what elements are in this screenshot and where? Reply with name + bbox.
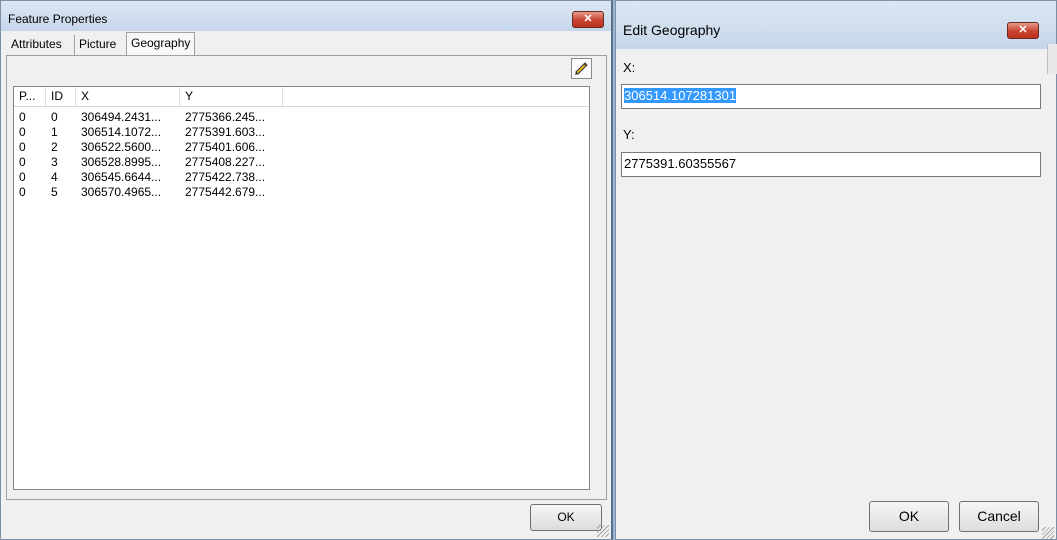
cell-x: 306528.8995... <box>81 155 162 169</box>
cell-part: 0 <box>19 140 26 154</box>
column-header-part[interactable]: P... <box>14 87 46 106</box>
cell-id: 2 <box>51 140 58 154</box>
table-row[interactable]: 0 1 306514.1072... 2775391.603... <box>14 125 314 140</box>
close-icon: ✕ <box>583 13 593 25</box>
cell-y: 2775422.738... <box>185 170 266 184</box>
table-row[interactable]: 0 0 306494.2431... 2775366.245... <box>14 110 314 125</box>
cell-y: 2775391.603... <box>185 125 266 139</box>
cell-y: 2775401.606... <box>185 140 266 154</box>
table-row[interactable]: 0 4 306545.6644... 2775422.738... <box>14 170 314 185</box>
edit-button[interactable] <box>571 58 592 79</box>
cell-id: 3 <box>51 155 58 169</box>
table-row[interactable]: 0 2 306522.5600... 2775401.606... <box>14 140 314 155</box>
x-input[interactable]: 306514.107281301 <box>621 84 1041 109</box>
title-bar[interactable]: Feature Properties ✕ <box>1 1 611 31</box>
column-header-x[interactable]: X <box>76 87 180 106</box>
x-label: X: <box>623 60 636 75</box>
ok-button[interactable]: OK <box>869 501 949 532</box>
cell-id: 5 <box>51 185 58 199</box>
close-button[interactable]: ✕ <box>1007 22 1039 39</box>
geography-tab-panel: P... ID X Y 0 0 306494.2431... 2775366.2… <box>6 55 607 500</box>
cell-part: 0 <box>19 155 26 169</box>
cell-y: 2775442.679... <box>185 185 266 199</box>
edit-geography-dialog: Edit Geography ✕ X: 306514.107281301 Y: … <box>615 0 1057 540</box>
cell-part: 0 <box>19 125 26 139</box>
feature-properties-window: Feature Properties ✕ Attributes Picture … <box>0 0 613 540</box>
tab-attributes[interactable]: Attributes <box>7 35 66 55</box>
list-header: P... ID X Y <box>14 87 589 107</box>
resize-grip-icon[interactable] <box>1042 527 1054 539</box>
close-icon: ✕ <box>1018 24 1028 36</box>
dialog-title: Edit Geography <box>623 22 721 38</box>
cell-id: 1 <box>51 125 58 139</box>
cell-part: 0 <box>19 185 26 199</box>
cell-y: 2775408.227... <box>185 155 266 169</box>
cell-id: 0 <box>51 110 58 124</box>
tab-picture[interactable]: Picture <box>74 35 120 55</box>
cell-x: 306570.4965... <box>81 185 162 199</box>
cell-part: 0 <box>19 170 26 184</box>
cell-x: 306522.5600... <box>81 140 162 154</box>
column-header-id[interactable]: ID <box>46 87 76 106</box>
y-input[interactable]: 2775391.60355567 <box>621 152 1041 177</box>
column-header-y[interactable]: Y <box>180 87 283 106</box>
coordinate-list[interactable]: P... ID X Y 0 0 306494.2431... 2775366.2… <box>13 86 590 490</box>
background-scrollbar <box>1047 44 1057 74</box>
cell-x: 306545.6644... <box>81 170 162 184</box>
window-title: Feature Properties <box>8 12 108 26</box>
cell-x: 306514.1072... <box>81 125 162 139</box>
y-label: Y: <box>623 127 635 142</box>
y-input-value: 2775391.60355567 <box>624 156 737 171</box>
close-button[interactable]: ✕ <box>572 11 604 28</box>
ok-button[interactable]: OK <box>530 504 602 531</box>
x-input-value: 306514.107281301 <box>624 88 737 103</box>
tab-geography[interactable]: Geography <box>126 32 196 56</box>
title-bar[interactable]: Edit Geography ✕ <box>616 1 1056 49</box>
cell-x: 306494.2431... <box>81 110 162 124</box>
cell-id: 4 <box>51 170 58 184</box>
resize-grip-icon[interactable] <box>597 525 609 537</box>
cell-y: 2775366.245... <box>185 110 266 124</box>
cell-part: 0 <box>19 110 26 124</box>
dialog-body: X: 306514.107281301 Y: 2775391.60355567 … <box>616 49 1056 539</box>
table-row[interactable]: 0 3 306528.8995... 2775408.227... <box>14 155 314 170</box>
cancel-button[interactable]: Cancel <box>959 501 1039 532</box>
table-row[interactable]: 0 5 306570.4965... 2775442.679... <box>14 185 314 200</box>
pencil-icon <box>575 62 588 75</box>
